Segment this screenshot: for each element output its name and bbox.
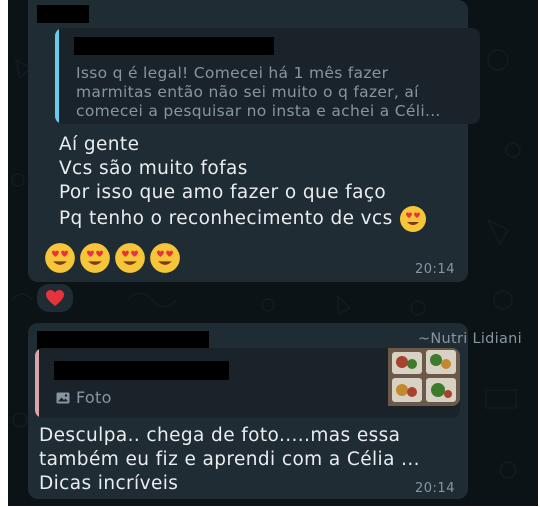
quoted-text-line: marmitas então não sei muito o q fazer, … <box>76 83 419 101</box>
message-line: Dicas incríveis <box>39 473 179 494</box>
redacted-quoted-sender <box>74 37 274 55</box>
reaction-badge[interactable] <box>35 282 75 314</box>
message-line: Pq tenho o reconhecimento de vcs <box>59 205 427 233</box>
quote-accent-bar <box>55 28 59 124</box>
message-line: Por isso que amo fazer o que faço <box>59 182 387 203</box>
quote-accent-bar <box>35 348 39 418</box>
message-line: Aí gente <box>59 134 140 155</box>
message-bubble-1[interactable]: Isso q é legal! Comecei há 1 mês fazer m… <box>28 0 480 282</box>
message-timestamp: 20:14 <box>415 262 455 277</box>
message-line: também eu fiz e aprendi com a Célia ... <box>39 449 420 470</box>
redacted-sender-name <box>37 5 89 23</box>
heart-eyes-emoji-icon <box>45 243 75 273</box>
chat-window: Isso q é legal! Comecei há 1 mês fazer m… <box>8 0 538 506</box>
heart-eyes-emoji-icon <box>399 206 426 232</box>
camera-icon <box>56 392 70 403</box>
emoji-row <box>44 242 181 274</box>
sender-name: ~Nutri Lidiani <box>417 331 522 347</box>
quoted-photo-message[interactable]: Foto <box>35 348 460 418</box>
quoted-text-line: Isso q é legal! Comecei há 1 mês fazer <box>76 64 389 82</box>
quoted-photo-text: Foto <box>76 388 112 407</box>
heart-icon <box>46 290 64 306</box>
quoted-message[interactable]: Isso q é legal! Comecei há 1 mês fazer m… <box>55 28 480 124</box>
message-line: Vcs são muito fofas <box>59 158 248 179</box>
message-line-text: Pq tenho o reconhecimento de vcs <box>59 208 393 229</box>
quoted-text: Isso q é legal! Comecei há 1 mês fazer m… <box>76 64 476 121</box>
message-line: Desculpa.. chega de foto.....mas essa <box>39 425 401 446</box>
heart-eyes-emoji-icon <box>150 243 180 273</box>
heart-eyes-emoji-icon <box>80 243 110 273</box>
message-timestamp: 20:14 <box>415 481 455 496</box>
redacted-quoted-sender <box>54 361 229 380</box>
quoted-text-line: comecei a pesquisar no insta e achei a C… <box>76 102 441 120</box>
message-text: Aí gente Vcs são muito fofas Por isso qu… <box>59 133 427 233</box>
heart-eyes-emoji-icon <box>115 243 145 273</box>
quoted-photo-label: Foto <box>56 388 112 407</box>
photo-thumbnail[interactable] <box>388 348 460 406</box>
message-text: Desculpa.. chega de foto.....mas essa ta… <box>39 424 420 496</box>
